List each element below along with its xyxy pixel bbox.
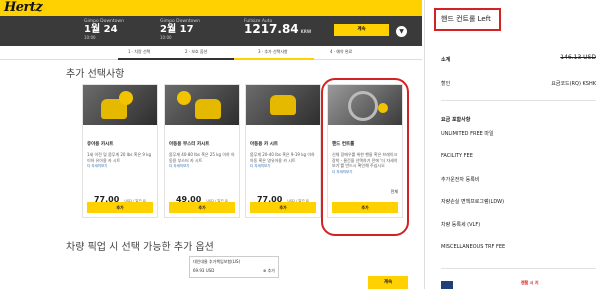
step-4: 4 · 예약 완료 <box>330 49 353 54</box>
included-item: 추가운전자 등록비 <box>441 177 480 183</box>
section-title: 추가 선택사항 <box>66 69 125 80</box>
extra-card-child-seat: 아동용 카 시트 몸무게 20-40 lbs 혹은 9-19 kg 이하 아동 … <box>245 84 321 218</box>
more-info-link[interactable]: 더 자세히보기 <box>250 164 316 169</box>
included-item: FACILITY FEE <box>441 153 473 159</box>
summary-panel: 핸드 컨트롤 Left 소계 146.13 USD 할인 요금코드(RQ) KS… <box>424 0 600 289</box>
option-title: 대인대물 추가책임보험(LIS) <box>193 259 241 264</box>
extra-card-booster-seat: 아동용 부스터 카시트 몸무게 40-80 lbs 혹은 25 kg 이하 아동… <box>164 84 240 218</box>
booster-seat-photo <box>165 85 239 125</box>
divider <box>441 100 596 101</box>
included-item: 차량 등록세 (VLF) <box>441 222 481 228</box>
highlight-oval <box>321 78 409 236</box>
pickup-segment[interactable]: Gimpo Downtown 1월 24 10:00 <box>84 19 124 40</box>
more-info-link[interactable]: 더 자세히보기 <box>169 164 235 169</box>
extra-card-infant-seat: 유아용 카시트 1세 이전 및 몸무게 20 lbs 혹은 9 kg 이하 유아… <box>82 84 158 218</box>
continue-button-bottom[interactable]: 계속 <box>368 276 408 289</box>
rental-notice: 렌탈 시 지 <box>521 280 539 285</box>
infant-seat-photo <box>83 85 157 125</box>
top-bar: Hertz <box>0 0 422 16</box>
return-date: 2월 17 <box>160 24 194 35</box>
add-button[interactable]: 추가 <box>250 202 316 213</box>
included-item: UNLIMITED FREE 마일 <box>441 131 494 137</box>
add-button[interactable]: 추가 <box>169 202 235 213</box>
card-name: 아동용 카 시트 <box>250 142 278 147</box>
card-name: 유아용 카시트 <box>87 142 114 147</box>
pickup-date: 1월 24 <box>84 24 118 35</box>
discount-label: 할인 <box>441 81 451 87</box>
chevron-down-icon[interactable]: ▼ <box>396 26 407 37</box>
included-item: MISCELLANEOUS TRF FEE <box>441 244 506 250</box>
card-desc: 1세 이전 및 몸무게 20 lbs 혹은 9 kg 이하 유아용 카 시트 <box>87 152 152 163</box>
card-desc: 몸무게 20-40 lbs 혹은 9-19 kg 이하 아동 혹은 영유아용 카… <box>250 152 315 163</box>
subtotal-value: 146.13 USD <box>560 54 596 61</box>
option-price: 69.93 USD <box>193 268 215 273</box>
divider <box>441 268 596 269</box>
pickup-options-title: 차량 픽업 시 선택 가능한 추가 옵션 <box>66 242 214 253</box>
included-item: 자량손실 면책프로그램(LDW) <box>441 199 505 205</box>
currency: KRW <box>300 29 312 34</box>
hertz-logo[interactable]: Hertz <box>4 0 43 15</box>
total-price: 1217.84 <box>244 22 299 36</box>
progress-steps: 1 · 차량 선택 2 · 보호 옵션 3 · 추가 선택사항 4 · 예약 완… <box>0 46 422 60</box>
card-icon <box>441 281 453 289</box>
add-button[interactable]: 추가 <box>87 202 153 213</box>
option-add-link[interactable]: ⊕ 추가 <box>263 268 275 274</box>
continue-button-top[interactable]: 계속 <box>334 24 389 36</box>
card-desc: 몸무게 40-80 lbs 혹은 25 kg 이하 아동용 부스터 카 시트 <box>169 152 235 163</box>
step-progress-current <box>234 58 314 60</box>
step-1: 1 · 차량 선택 <box>128 49 151 54</box>
discount-value: 요금코드(RQ) KSHK <box>551 81 596 87</box>
step-progress-done <box>118 58 234 60</box>
child-seat-photo <box>246 85 320 125</box>
selected-extra-title: 핸드 컨트롤 Left <box>441 15 491 23</box>
step-3: 3 · 추가 선택사항 <box>258 49 288 54</box>
return-segment[interactable]: Gimpo Downtown 2월 17 10:00 <box>160 19 200 40</box>
pickup-option-lis: 대인대물 추가책임보험(LIS) 69.93 USD ⊕ 추가 <box>189 256 279 278</box>
pickup-time: 10:00 <box>84 35 96 40</box>
step-2: 2 · 보호 옵션 <box>185 49 208 54</box>
card-name: 아동용 부스터 카시트 <box>169 142 210 147</box>
included-label: 요금 포함사항 <box>441 117 471 123</box>
return-time: 10:00 <box>160 35 172 40</box>
subtotal-label: 소계 <box>441 57 451 63</box>
more-info-link[interactable]: 더 자세히보기 <box>87 164 153 169</box>
vehicle-segment[interactable]: Fullsize Auto 1217.84 KRW <box>244 19 311 37</box>
